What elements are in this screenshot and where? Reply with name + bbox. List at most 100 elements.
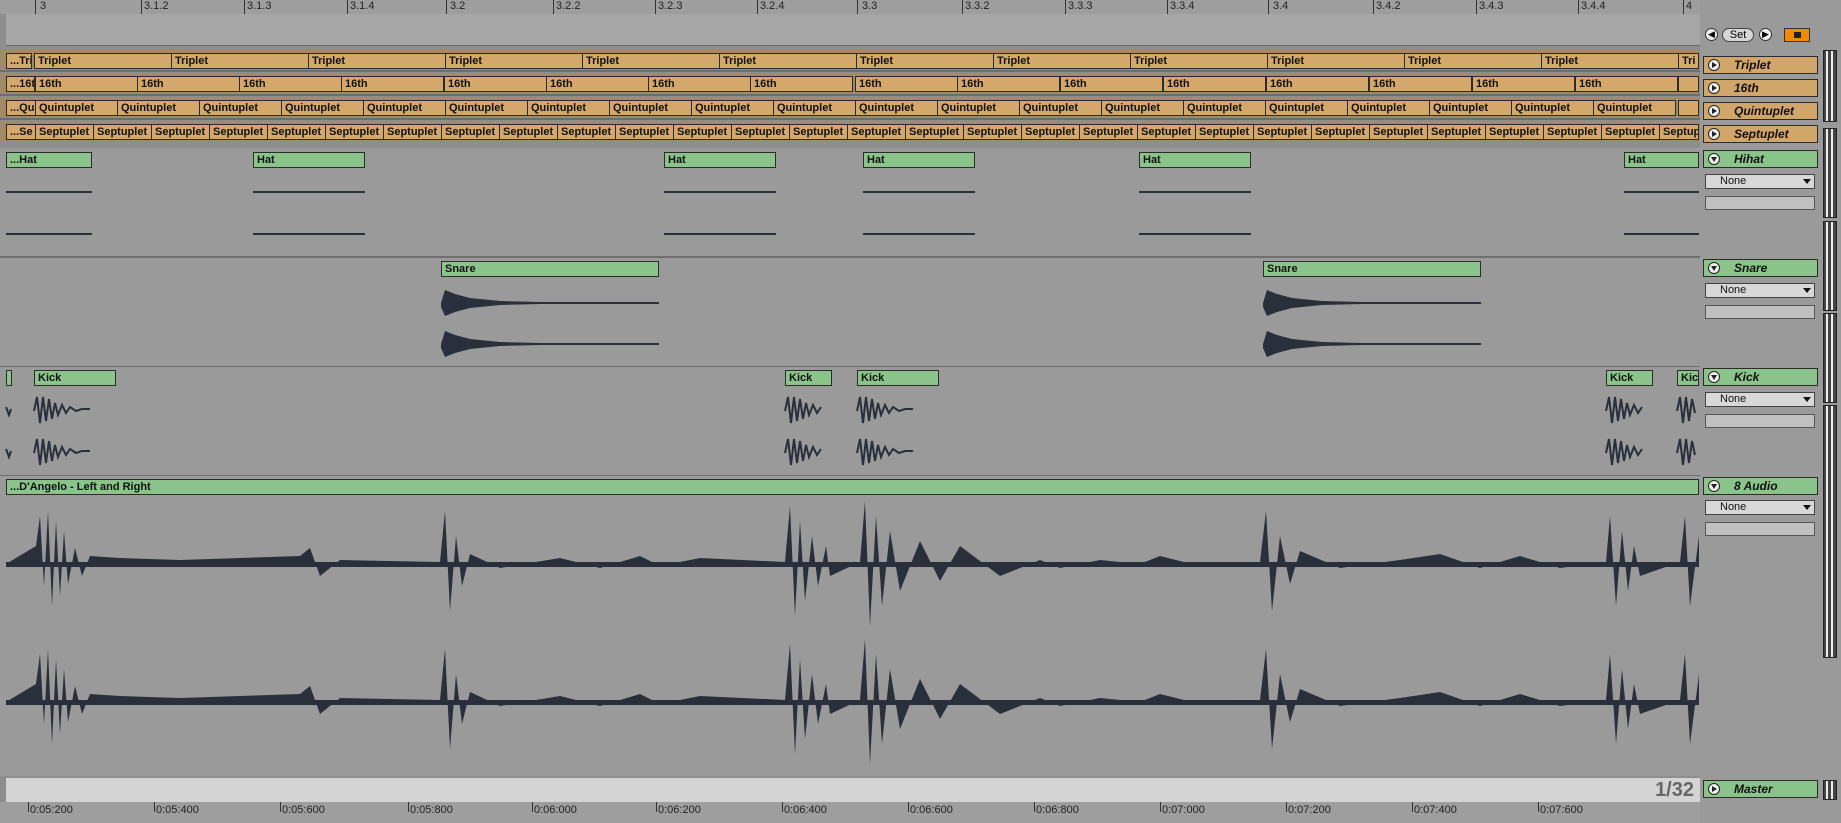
beat-ruler[interactable]: 3 3.1.2 3.1.3 3.1.4 3.2 3.2.2 3.2.3 3.2.… — [0, 0, 1700, 14]
scrub-area[interactable] — [6, 14, 1700, 46]
quintuplet-clip[interactable]: Quintuplet — [445, 100, 528, 116]
septuplet-clip[interactable]: Septuplet — [1021, 124, 1080, 140]
septuplet-clip[interactable]: Septuplet — [557, 124, 616, 140]
kick-routing-select[interactable]: None — [1705, 392, 1815, 407]
snare-meter[interactable] — [1823, 221, 1837, 311]
play-icon[interactable] — [1708, 82, 1720, 94]
triplet-clip[interactable]: Triplet — [34, 53, 172, 69]
track-header-snare[interactable]: Snare — [1703, 259, 1818, 277]
triplet-clip[interactable]: Triplet — [1267, 53, 1405, 69]
septuplet-clip[interactable]: Septuplet — [1311, 124, 1370, 140]
sixteenth-clip[interactable]: 16th — [1163, 76, 1266, 92]
play-icon[interactable] — [1708, 128, 1720, 140]
triplet-clip[interactable]: Triplet — [445, 53, 583, 69]
quintuplet-clip[interactable]: Quintuplet — [1347, 100, 1430, 116]
quintuplet-clip[interactable]: Quintuplet — [117, 100, 200, 116]
septuplet-clip[interactable]: Septuplet — [1079, 124, 1138, 140]
sixteenth-clip[interactable]: 16th — [35, 76, 138, 92]
septuplet-clip[interactable]: Septuplet — [1485, 124, 1544, 140]
arrow-right-icon[interactable]: ▶ — [1759, 28, 1772, 41]
triplet-clip[interactable]: Tri — [1678, 53, 1699, 69]
grid-quantization[interactable]: 1/32 — [1655, 779, 1694, 802]
fold-icon[interactable] — [1708, 262, 1720, 274]
sixteenth-clip[interactable]: 16th — [239, 76, 342, 92]
kick-meter[interactable] — [1823, 313, 1837, 403]
play-icon[interactable] — [1708, 105, 1720, 117]
septuplet-clip[interactable]: Septuplet — [673, 124, 732, 140]
septuplet-clip[interactable]: Septuplet — [847, 124, 906, 140]
audio-meter[interactable] — [1823, 405, 1837, 658]
quintuplet-clip[interactable]: Quintuplet — [363, 100, 446, 116]
septuplet-clip[interactable]: Septuplet — [1369, 124, 1428, 140]
septuplet-clip[interactable]: Septuplet — [1137, 124, 1196, 140]
audio-routing-select[interactable]: None — [1705, 500, 1815, 515]
quintuplet-clip[interactable]: Quintuplet — [199, 100, 282, 116]
sixteenth-clip[interactable]: 16th — [855, 76, 958, 92]
triplet-clip[interactable]: Triplet — [993, 53, 1131, 69]
septuplet-clip[interactable]: Septuplet — [267, 124, 326, 140]
sixteenth-clip[interactable] — [1678, 76, 1699, 92]
quintuplet-clip[interactable]: Quintuplet — [1101, 100, 1184, 116]
quintuplet-clip[interactable]: Quintuplet — [1429, 100, 1512, 116]
track-header-hihat[interactable]: Hihat — [1703, 150, 1818, 168]
track-header-septuplet[interactable]: Septuplet — [1703, 125, 1818, 143]
track-header-master[interactable]: Master — [1703, 780, 1818, 798]
sixteenth-clip[interactable]: 16th — [341, 76, 444, 92]
sixteenth-clip[interactable]: 16th — [1266, 76, 1369, 92]
sixteenth-clip[interactable]: 16th — [546, 76, 649, 92]
quintuplet-clip[interactable] — [1678, 100, 1699, 116]
quintuplet-clip[interactable]: Quintuplet — [527, 100, 610, 116]
play-icon[interactable] — [1708, 783, 1720, 795]
septuplet-clip[interactable]: Septuplet — [35, 124, 94, 140]
time-ruler[interactable]: 0:05:200 0:05:400 0:05:600 0:05:800 0:06… — [0, 802, 1700, 823]
triplet-clip[interactable]: Triplet — [1541, 53, 1679, 69]
quintuplet-clip[interactable]: Quintuplet — [1183, 100, 1266, 116]
septuplet-clip[interactable]: Septuplet — [209, 124, 268, 140]
septuplet-clip[interactable]: Septuplet — [1659, 124, 1699, 140]
triplet-clip[interactable]: Triplet — [1404, 53, 1542, 69]
quintuplet-clip[interactable]: Quintuplet — [281, 100, 364, 116]
track-header-kick[interactable]: Kick — [1703, 368, 1818, 386]
arrow-left-icon[interactable]: ◀ — [1705, 28, 1718, 41]
track-header-triplet[interactable]: Triplet — [1703, 56, 1818, 74]
septuplet-clip[interactable]: Septuplet — [615, 124, 674, 140]
triplet-clip[interactable]: Triplet — [719, 53, 857, 69]
track-header-quintuplet[interactable]: Quintuplet — [1703, 102, 1818, 120]
septuplet-clip[interactable]: ...Se — [6, 124, 36, 140]
set-locator-button[interactable]: Set — [1722, 28, 1754, 42]
quintuplet-clip[interactable]: Quintuplet — [1593, 100, 1676, 116]
quintuplet-clip[interactable]: Quintuplet — [1511, 100, 1594, 116]
sixteenth-clip[interactable]: 16th — [648, 76, 751, 92]
play-icon[interactable] — [1708, 59, 1720, 71]
sixteenth-clip[interactable]: 16th — [750, 76, 853, 92]
quintuplet-clip[interactable]: ...Qu — [6, 100, 36, 116]
hihat-input-field[interactable] — [1705, 196, 1815, 210]
meter-group-bars[interactable] — [1823, 50, 1837, 122]
audio-input-field[interactable] — [1705, 522, 1815, 536]
quintuplet-clip[interactable]: Quintuplet — [1265, 100, 1348, 116]
kick-input-field[interactable] — [1705, 414, 1815, 428]
track-header-audio[interactable]: 8 Audio — [1703, 477, 1818, 495]
sixteenth-clip[interactable]: 16th — [957, 76, 1060, 92]
septuplet-clip[interactable]: Septuplet — [151, 124, 210, 140]
sixteenth-clip[interactable]: 16th — [1575, 76, 1678, 92]
septuplet-clip[interactable]: Septuplet — [963, 124, 1022, 140]
triplet-clip[interactable]: Triplet — [856, 53, 994, 69]
sixteenth-clip[interactable]: 16th — [444, 76, 547, 92]
snare-lane[interactable]: Snare Snare — [0, 258, 1700, 368]
triplet-clip[interactable]: Triplet — [582, 53, 720, 69]
audio-lane[interactable]: ...D'Angelo - Left and Right — [0, 476, 1700, 776]
triplet-clip[interactable]: Triplet — [308, 53, 446, 69]
septuplet-clip[interactable]: Septuplet — [499, 124, 558, 140]
fold-icon[interactable] — [1708, 371, 1720, 383]
septuplet-clip[interactable]: Septuplet — [1253, 124, 1312, 140]
lock-icon[interactable] — [1784, 28, 1810, 42]
quintuplet-clip[interactable]: Quintuplet — [609, 100, 692, 116]
hihat-lane[interactable]: ...Hat Hat Hat Hat Hat Hat — [0, 148, 1700, 258]
sixteenth-clip[interactable]: 16th — [137, 76, 240, 92]
sixteenth-clip[interactable]: 16th — [1472, 76, 1575, 92]
quintuplet-clip[interactable]: Quintuplet — [691, 100, 774, 116]
snare-routing-select[interactable]: None — [1705, 283, 1815, 298]
septuplet-clip[interactable]: Septuplet — [1601, 124, 1660, 140]
septuplet-clip[interactable]: Septuplet — [1195, 124, 1254, 140]
